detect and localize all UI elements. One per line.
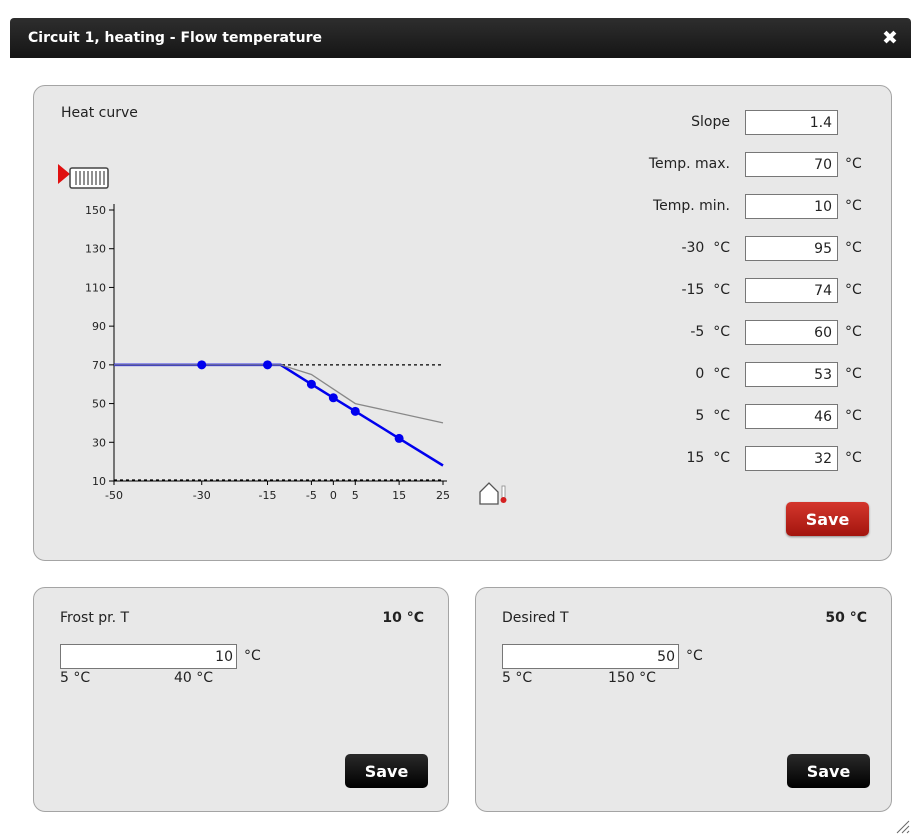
frost-unit: °C <box>244 648 261 664</box>
param-label: 0 °C <box>695 366 730 382</box>
param-unit: °C <box>845 366 862 382</box>
desired-max-label: 150 °C <box>608 670 656 686</box>
desired-unit: °C <box>686 648 703 664</box>
param-input[interactable] <box>745 320 838 345</box>
param-label: Temp. max. <box>648 156 730 172</box>
heat-curve-panel: Heat curve 10 30 50 70 90 110 130 150 -50 -30 -15-… <box>33 85 892 561</box>
param-unit: °C <box>845 450 862 466</box>
param-label: -30 °C <box>681 240 730 256</box>
desired-save-button[interactable]: Save <box>787 754 870 788</box>
param-unit: °C <box>845 240 862 256</box>
dialog-titlebar: Circuit 1, heating - Flow temperature ✖ <box>10 18 911 58</box>
y-tick-label: 90 <box>92 320 106 333</box>
param-label: 15 °C <box>686 450 731 466</box>
x-tick-label: -30 <box>193 489 211 502</box>
dialog-title: Circuit 1, heating - Flow temperature <box>28 30 322 46</box>
param-input[interactable] <box>745 446 838 471</box>
param-label: 5 °C <box>695 408 730 424</box>
param-label: -5 °C <box>690 324 730 340</box>
frost-input[interactable] <box>60 644 237 669</box>
desired-min-label: 5 °C <box>502 670 533 686</box>
y-tick-label: 50 <box>92 398 106 411</box>
param-label: Slope <box>691 114 730 130</box>
param-unit: °C <box>845 282 862 298</box>
resize-grip-icon[interactable] <box>893 817 911 835</box>
param-unit: °C <box>845 324 862 340</box>
radiator-icon <box>58 164 109 189</box>
x-tick-label: 15 <box>392 489 406 502</box>
x-tick-label: 25 <box>436 489 450 502</box>
desired-temperature-panel: Desired T 50 °C °C 5 °C 150 °C Save <box>475 587 892 812</box>
frost-current-value: 10 °C <box>382 610 424 626</box>
x-tick-label: 5 <box>352 489 359 502</box>
x-tick-label: -15 <box>259 489 277 502</box>
curve-point[interactable] <box>263 360 273 370</box>
param-unit: °C <box>845 198 862 214</box>
x-tick-label: 0 <box>330 489 337 502</box>
frost-title: Frost pr. T <box>60 610 130 626</box>
heat-curve-line <box>114 363 444 467</box>
close-icon[interactable]: ✖ <box>879 27 901 49</box>
param-label: Temp. min. <box>652 198 730 214</box>
param-input[interactable] <box>745 194 838 219</box>
desired-current-value: 50 °C <box>825 610 867 626</box>
param-input[interactable] <box>745 278 838 303</box>
param-unit: °C <box>845 156 862 172</box>
curve-point[interactable] <box>394 433 404 443</box>
param-input[interactable] <box>745 152 838 177</box>
frost-max-label: 40 °C <box>174 670 214 686</box>
heat-curve-chart: 1030507090110130150-50 -30 -15 -5 0 5 15 25 <box>58 164 507 505</box>
y-tick-label: 10 <box>92 475 106 488</box>
curve-point[interactable] <box>197 360 207 370</box>
y-tick-label: 110 <box>85 281 106 294</box>
x-tick-label: -5 <box>306 489 317 502</box>
frost-save-button[interactable]: Save <box>345 754 428 788</box>
param-input[interactable] <box>745 362 838 387</box>
param-input[interactable] <box>745 236 838 261</box>
param-unit: °C <box>845 408 862 424</box>
frost-protection-panel: Frost pr. T 10 °C °C 5 °C 40 °C Save <box>33 587 449 812</box>
y-tick-label: 130 <box>85 243 106 256</box>
param-input[interactable] <box>745 110 838 135</box>
frost-min-label: 5 °C <box>60 670 91 686</box>
heat-curve-save-button[interactable]: Save <box>786 502 869 536</box>
curve-point[interactable] <box>328 393 338 403</box>
y-tick-label: 70 <box>92 359 106 372</box>
house-temperature-icon <box>479 482 507 505</box>
y-tick-label: 150 <box>85 204 106 217</box>
x-tick-label: -50 <box>105 489 123 502</box>
curve-point[interactable] <box>306 379 316 389</box>
y-tick-label: 30 <box>92 436 106 449</box>
desired-title: Desired T <box>502 610 569 626</box>
param-input[interactable] <box>745 404 838 429</box>
desired-input[interactable] <box>502 644 679 669</box>
param-label: -15 °C <box>681 282 730 298</box>
curve-point[interactable] <box>350 406 360 416</box>
reference-curve-line <box>114 364 444 424</box>
